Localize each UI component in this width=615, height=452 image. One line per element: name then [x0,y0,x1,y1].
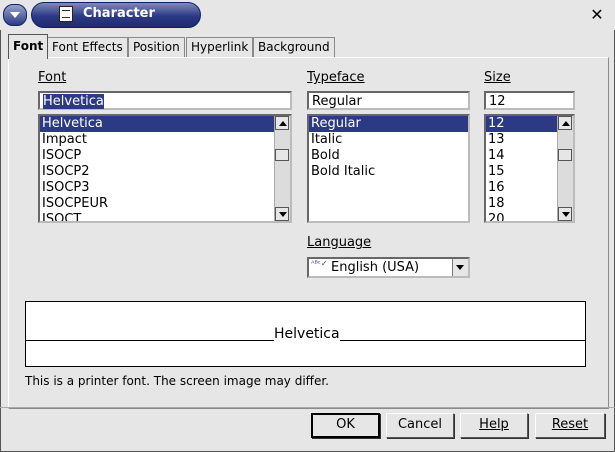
size-list[interactable]: 12 13 14 15 16 18 20 [484,114,575,223]
tab-font[interactable]: Font [8,34,49,59]
size-label-text: Size [484,70,511,85]
scroll-thumb[interactable] [275,149,289,161]
typeface-input[interactable]: Regular [307,91,470,110]
size-input[interactable]: 12 [484,91,575,110]
list-item[interactable]: ISOCPEUR [40,196,290,212]
font-label: Font [38,70,66,85]
tab-hyperlink[interactable]: Hyperlink [186,37,254,58]
list-item[interactable]: Bold Italic [309,164,468,180]
triangle-up-icon [562,121,570,126]
list-item[interactable]: Impact [40,132,290,148]
tab-background[interactable]: Background [253,37,335,58]
triangle-down-icon [562,212,570,217]
scroll-down-button[interactable] [275,207,289,221]
size-label: Size [484,70,511,85]
reset-button[interactable]: Reset [535,413,605,438]
scroll-down-button[interactable] [558,207,572,221]
font-input[interactable]: Helvetica [38,91,292,110]
typeface-label-text: Typeface [307,70,365,85]
language-label-text: Language [307,235,372,250]
list-item[interactable]: ISOCP3 [40,180,290,196]
ok-button[interactable]: OK [311,413,380,438]
size-list-scrollbar[interactable] [557,116,573,221]
chevron-down-icon [456,265,464,270]
font-list[interactable]: Helvetica Impact ISOCP ISOCP2 ISOCP3 ISO… [38,114,292,223]
help-button[interactable]: Help [460,413,528,438]
language-value: English (USA) [331,260,420,275]
tab-position[interactable]: Position [128,37,185,58]
chevron-down-icon [10,12,20,18]
triangle-up-icon [279,121,287,126]
spellcheck-icon: ᴬᴮᶜ✓ [311,259,328,268]
font-list-scrollbar[interactable] [274,116,290,221]
font-preview: Helvetica [25,301,586,367]
list-item[interactable]: Helvetica [40,116,290,132]
list-item[interactable]: ISOCP [40,148,290,164]
document-icon [59,6,73,22]
list-item[interactable]: Bold [309,148,468,164]
tab-font-effects[interactable]: Font Effects [47,37,128,58]
list-item[interactable]: Regular [309,116,468,132]
list-item[interactable]: ISOCP2 [40,164,290,180]
help-button-label: Help [479,417,509,432]
font-input-value: Helvetica [43,94,104,109]
language-dropdown-button[interactable] [452,259,468,276]
typeface-list[interactable]: Regular Italic Bold Bold Italic [307,114,470,223]
scroll-up-button[interactable] [275,116,289,130]
window-menu-button[interactable] [3,4,27,26]
printer-font-note: This is a printer font. The screen image… [25,374,329,388]
language-label: Language [307,235,371,250]
reset-button-label: Reset [551,417,589,432]
button-separator [0,407,615,408]
language-select[interactable]: ᴬᴮᶜ✓ English (USA) [307,257,470,278]
list-item[interactable]: ISOCT [40,212,290,221]
window-title: Character [83,6,155,21]
preview-text: Helvetica [274,326,340,342]
close-icon[interactable]: ✕ [588,6,606,24]
cancel-button[interactable]: Cancel [386,413,454,438]
font-label-text: Font [38,70,67,85]
scroll-up-button[interactable] [558,116,572,130]
scroll-thumb[interactable] [558,149,572,161]
list-item[interactable]: Italic [309,132,468,148]
triangle-down-icon [279,212,287,217]
typeface-label: Typeface [307,70,365,85]
